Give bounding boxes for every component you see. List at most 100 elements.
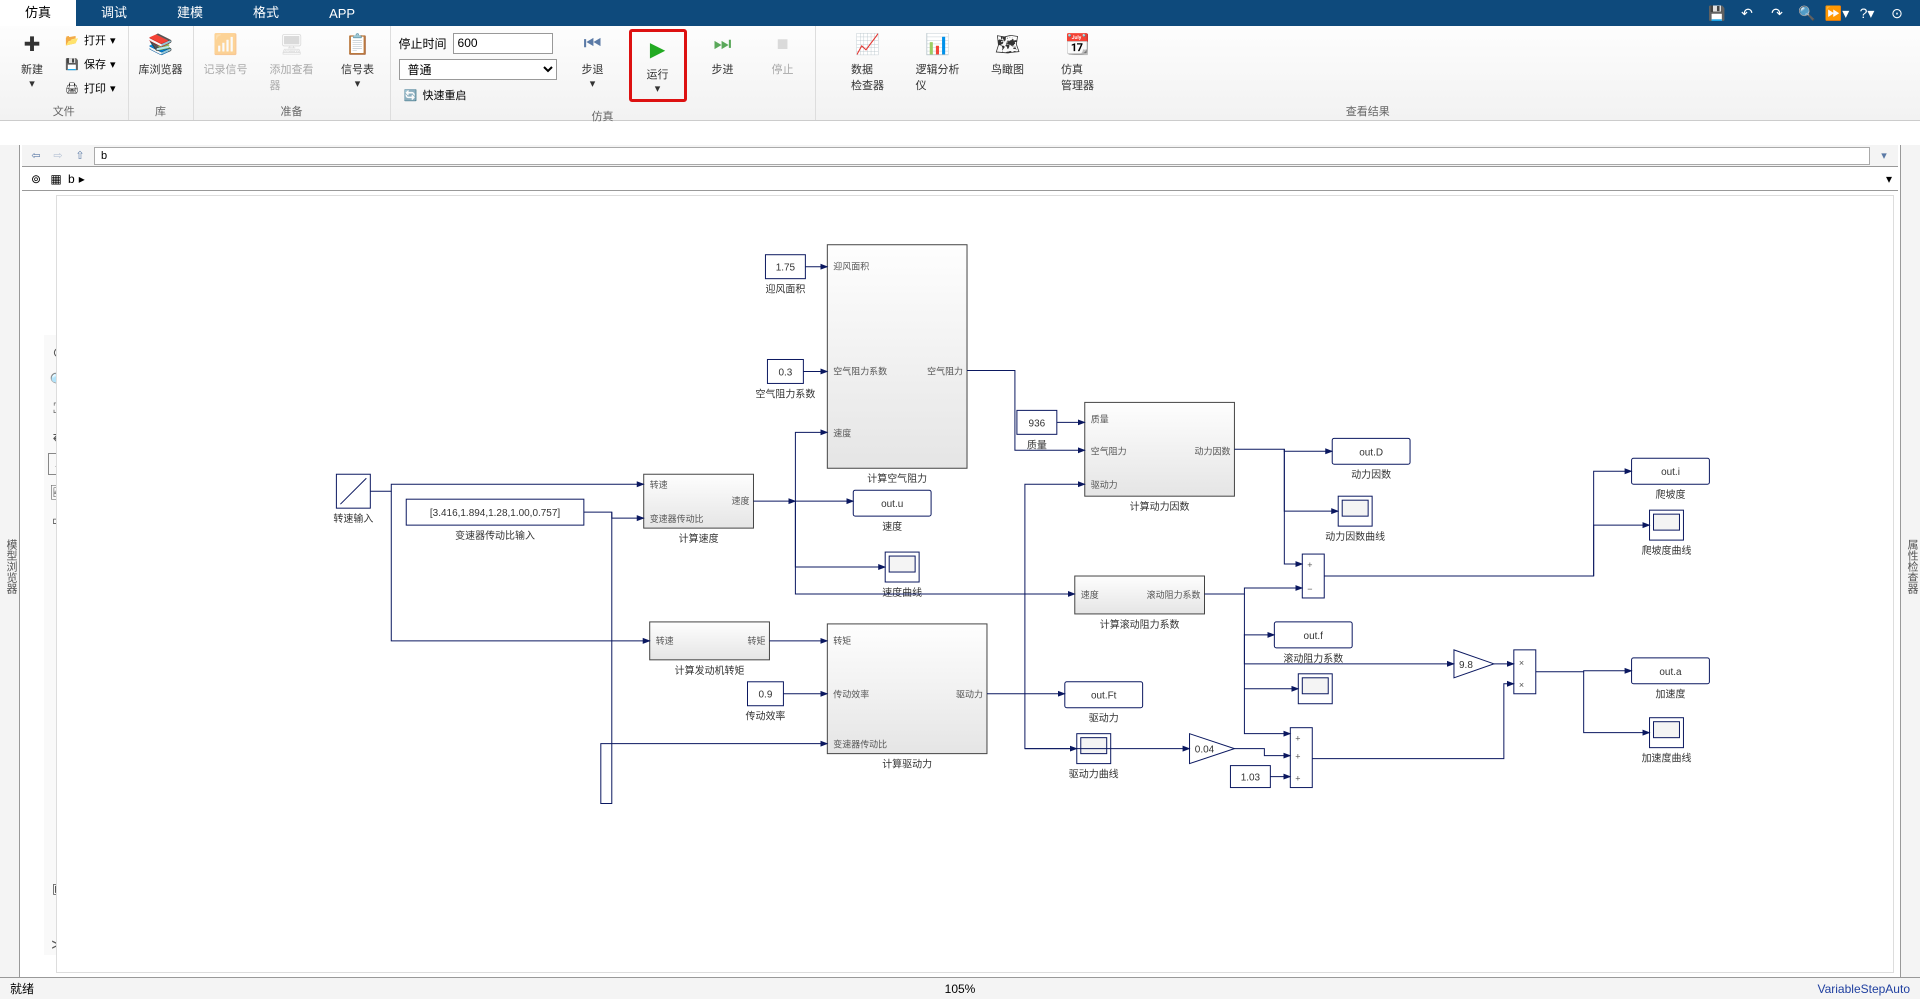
- log-signal-button[interactable]: 📶 记录信号: [202, 29, 250, 79]
- sim-group-label: 仿真: [399, 106, 807, 125]
- nav-up-icon[interactable]: ⇧: [72, 148, 88, 164]
- svg-text:驱动力: 驱动力: [956, 689, 983, 700]
- calc-roll-subsys[interactable]: 速度 滚动阻力系数 计算滚动阻力系数: [1075, 576, 1205, 631]
- sim-mode-select[interactable]: 普通: [399, 59, 557, 80]
- gain-004-block[interactable]: 0.04: [1190, 734, 1235, 764]
- tab-app[interactable]: APP: [304, 1, 380, 26]
- svg-text:速度: 速度: [833, 427, 851, 438]
- model-icon[interactable]: ⊚: [28, 171, 44, 187]
- climb-scope[interactable]: 爬坡度曲线: [1642, 510, 1692, 557]
- svg-text:质量: 质量: [1091, 413, 1109, 424]
- mass-block[interactable]: 936 质量: [1017, 410, 1057, 451]
- print-button[interactable]: 🖨打印▾: [60, 77, 120, 99]
- gear-ratios-block[interactable]: [3.416,1.894,1.28,1.00,0.757] 变速器传动比输入: [406, 499, 584, 542]
- tab-format[interactable]: 格式: [228, 0, 304, 26]
- product-block[interactable]: × ×: [1514, 650, 1536, 694]
- sum-accel-block[interactable]: + + +: [1290, 728, 1312, 788]
- tab-debug[interactable]: 调试: [76, 0, 152, 26]
- stop-time-input[interactable]: [453, 33, 553, 54]
- svg-text:计算空气阻力: 计算空气阻力: [867, 472, 927, 485]
- step-back-icon: ⏮: [580, 31, 606, 57]
- out-u-block[interactable]: out.u 速度: [853, 490, 931, 533]
- sim-manager-button[interactable]: 📆 仿真 管理器: [1054, 29, 1102, 95]
- step-fwd-icon: ⏭: [710, 31, 736, 57]
- svg-text:0.04: 0.04: [1195, 745, 1215, 756]
- collapse-icon[interactable]: ⊙: [1886, 2, 1908, 24]
- breadcrumb-model[interactable]: b: [68, 172, 75, 186]
- svg-text:计算驱动力: 计算驱动力: [882, 758, 932, 771]
- restart-icon: 🔄: [403, 87, 419, 103]
- step-forward-button[interactable]: ⏭ 步进: [699, 29, 747, 79]
- property-inspector-panel[interactable]: 属性检查器: [1900, 145, 1920, 977]
- trans-eff-block[interactable]: 0.9 传动效率: [746, 682, 786, 723]
- out-i-block[interactable]: out.i 爬坡度: [1632, 458, 1710, 501]
- sub-climb-block[interactable]: + −: [1302, 554, 1324, 598]
- library-browser-button[interactable]: 📚 库浏览器: [137, 29, 185, 79]
- new-button[interactable]: ✚ 新建 ▾: [8, 29, 56, 92]
- breadcrumb-menu-icon[interactable]: ▾: [1886, 172, 1892, 186]
- prepare-group-label: 准备: [202, 101, 382, 120]
- tab-modeling[interactable]: 建模: [152, 0, 228, 26]
- calc-engine-torque-subsys[interactable]: 转速 转矩 计算发动机转矩: [650, 622, 770, 677]
- svg-text:0.3: 0.3: [778, 367, 792, 378]
- svg-text:+: +: [1295, 752, 1300, 762]
- nav-back-icon[interactable]: ⇦: [28, 148, 44, 164]
- const-103-block[interactable]: 1.03: [1230, 766, 1270, 788]
- stop-button[interactable]: ■ 停止: [759, 29, 807, 79]
- svg-text:速度曲线: 速度曲线: [882, 586, 922, 599]
- svg-text:转矩: 转矩: [748, 635, 766, 646]
- model-canvas[interactable]: 转速输入 [3.416,1.894,1.28,1.00,0.757] 变速器传动…: [56, 195, 1894, 973]
- path-input[interactable]: b: [94, 147, 1870, 165]
- fast-restart-button[interactable]: 🔄快速重启: [399, 84, 557, 106]
- svg-text:加速度曲线: 加速度曲线: [1642, 752, 1692, 765]
- model-browser-panel[interactable]: 模型浏览器: [0, 145, 20, 977]
- step-back-button[interactable]: ⏮ 步退 ▾: [569, 29, 617, 92]
- svg-text:驱动力: 驱动力: [1091, 479, 1118, 490]
- fastforward-icon[interactable]: ⏩▾: [1826, 2, 1848, 24]
- ramp-block[interactable]: 转速输入: [333, 474, 373, 525]
- windage-area-block[interactable]: 1.75 迎风面积: [765, 255, 805, 296]
- model-badge-icon: ▦: [48, 171, 64, 187]
- roll-scope[interactable]: [1298, 674, 1332, 704]
- new-icon: ✚: [19, 31, 45, 57]
- out-d-block[interactable]: out.D 动力因数: [1332, 438, 1410, 481]
- status-solver[interactable]: VariableStepAuto: [1817, 982, 1910, 996]
- calc-drive-subsys[interactable]: 转矩 传动效率 变速器传动比 驱动力 计算驱动力: [827, 624, 987, 771]
- svg-text:空气阻力系数: 空气阻力系数: [755, 387, 815, 400]
- undo-icon[interactable]: ↶: [1736, 2, 1758, 24]
- svg-text:计算动力因数: 计算动力因数: [1130, 500, 1190, 513]
- logic-analyzer-button[interactable]: 📊 逻辑分析仪: [914, 29, 962, 95]
- tab-simulation[interactable]: 仿真: [0, 0, 76, 26]
- drive-scope[interactable]: 驱动力曲线: [1069, 734, 1119, 781]
- search-icon[interactable]: 🔍: [1796, 2, 1818, 24]
- calc-speed-subsys[interactable]: 转速 变速器传动比 速度 计算速度: [644, 474, 754, 545]
- signal-table-button[interactable]: 📋 信号表 ▾: [334, 29, 382, 92]
- help-icon[interactable]: ?▾: [1856, 2, 1878, 24]
- svg-text:空气阻力: 空气阻力: [1091, 445, 1127, 456]
- out-a-block[interactable]: out.a 加速度: [1632, 658, 1710, 701]
- open-button[interactable]: 📂打开▾: [60, 29, 120, 51]
- nav-fwd-icon[interactable]: ⇨: [50, 148, 66, 164]
- nav-menu-icon[interactable]: ▾: [1876, 148, 1892, 164]
- calc-air-res-subsys[interactable]: 迎风面积 空气阻力系数 速度 空气阻力 计算空气阻力: [827, 245, 967, 485]
- save-button[interactable]: 💾保存▾: [60, 53, 120, 75]
- out-f-block[interactable]: out.f 滚动阻力系数: [1274, 622, 1352, 665]
- library-group-label: 库: [137, 101, 185, 120]
- drag-coeff-block[interactable]: 0.3 空气阻力系数: [755, 359, 815, 400]
- redo-icon[interactable]: ↷: [1766, 2, 1788, 24]
- out-ft-block[interactable]: out.Ft 驱动力: [1065, 682, 1143, 725]
- svg-text:out.u: out.u: [881, 499, 903, 510]
- svg-text:迎风面积: 迎风面积: [833, 261, 869, 272]
- run-button[interactable]: ▶ 运行 ▾: [634, 34, 682, 97]
- svg-text:传动效率: 传动效率: [833, 689, 869, 700]
- add-viewer-button[interactable]: 🖥 添加查看器: [268, 29, 316, 95]
- data-inspector-button[interactable]: 📈 数据 检查器: [844, 29, 892, 95]
- gain-98-block[interactable]: 9.8: [1454, 650, 1494, 678]
- birds-eye-button[interactable]: 🗺 鸟瞰图: [984, 29, 1032, 79]
- save-icon[interactable]: 💾: [1706, 2, 1728, 24]
- stop-icon: ■: [770, 31, 796, 57]
- calc-dyn-subsys[interactable]: 质量 空气阻力 驱动力 动力因数 计算动力因数: [1085, 402, 1235, 513]
- dyn-scope[interactable]: 动力因数曲线: [1325, 496, 1385, 543]
- accel-scope[interactable]: 加速度曲线: [1642, 718, 1692, 765]
- speed-scope[interactable]: 速度曲线: [882, 552, 922, 599]
